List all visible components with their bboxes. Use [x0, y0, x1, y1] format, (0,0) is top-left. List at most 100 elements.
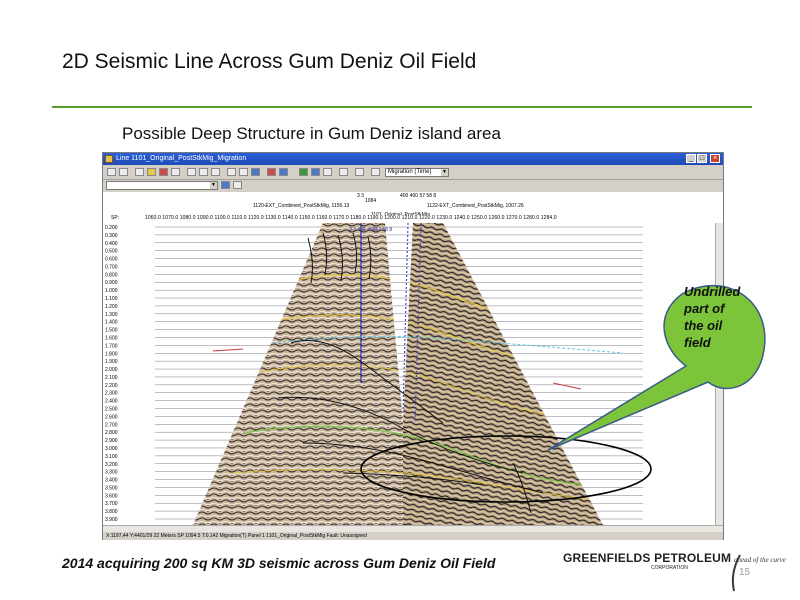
time-axis-label: 1.800 [105, 351, 118, 357]
save-icon[interactable] [233, 181, 242, 189]
time-axis-label: 3.100 [105, 454, 118, 460]
title-rule [52, 106, 752, 108]
line-select[interactable]: ▼ [106, 181, 218, 190]
display-mode-value: Migration (Time) [388, 169, 432, 175]
annotate-icon[interactable] [251, 168, 260, 176]
minimize-button[interactable]: _ [686, 154, 696, 163]
time-axis-label: 0.600 [105, 257, 118, 263]
header-top-numbers: 3 3 [357, 193, 364, 199]
time-axis-label: 0.300 [105, 233, 118, 239]
display-tool-icon[interactable] [171, 168, 180, 176]
overlay-icon[interactable] [299, 168, 308, 176]
callout-line-1: Undrilled [684, 284, 741, 299]
zoom-out-icon[interactable] [199, 168, 208, 176]
callout-text: Undrilled part of the oil field [684, 283, 754, 351]
pick-tool-icon[interactable] [135, 168, 144, 176]
chevron-down-icon[interactable]: ▼ [441, 169, 448, 176]
header-top-numbers-right: 400 400 57 58 8 [400, 193, 437, 199]
time-axis-label: 2.300 [105, 391, 118, 397]
left-tie-line-label: 1120-EXT_Combined_PostStkMig, 1155.13 [253, 203, 350, 209]
time-axis-label: 3.000 [105, 446, 118, 452]
pan-icon[interactable] [211, 168, 220, 176]
callout-line-2: part of [684, 301, 725, 316]
plot-top-label: 3 3 409 40857 58 8 [349, 227, 392, 233]
callout-line-3: the oil [684, 318, 723, 333]
seismic-data-left [193, 223, 403, 525]
folder-icon[interactable] [221, 181, 230, 189]
logo-name: GREENFIELDS PETROLEUM [563, 551, 732, 565]
window-titlebar: Line 1101_Original_PostStkMig_Migration … [103, 153, 723, 165]
time-axis-label: 1.400 [105, 320, 118, 326]
fault-tool-icon[interactable] [159, 168, 168, 176]
slide-footer: 2014 acquiring 200 sq KM 3D seismic acro… [62, 555, 496, 571]
callout-line-4: field [684, 335, 711, 350]
time-axis-label: 3.200 [105, 462, 118, 468]
window-title: Line 1101_Original_PostStkMig_Migration [116, 155, 247, 162]
time-axis-label: 3.700 [105, 501, 118, 507]
header-marker-label: 1084 [365, 198, 377, 204]
sp-axis: SP: 1060.0 1070.0 1080.0 1090.0 1100.0 1… [103, 215, 723, 223]
gain-icon[interactable] [279, 168, 288, 176]
company-logo: GREENFIELDS PETROLEUM CORPORATION [563, 551, 732, 571]
slide-subtitle: Possible Deep Structure in Gum Deniz isl… [122, 124, 501, 143]
time-axis-label: 0.400 [105, 241, 118, 247]
time-axis-label: 0.800 [105, 272, 118, 278]
time-axis-label: 3.300 [105, 470, 118, 476]
app-icon [105, 155, 113, 163]
time-axis-label: 2.500 [105, 407, 118, 413]
pointer-tool-icon[interactable] [107, 168, 116, 176]
main-toolbar: Migration (Time) ▼ [103, 166, 723, 180]
time-axis-label: 2.800 [105, 430, 118, 436]
logo-corporation: CORPORATION [651, 565, 688, 571]
time-axis-label: 2.900 [105, 438, 118, 444]
zoom-in-icon[interactable] [187, 168, 196, 176]
time-axis-label: 1.100 [105, 296, 118, 302]
time-axis-label: 0.200 [105, 225, 118, 231]
sp-axis-values: 1060.0 1070.0 1080.0 1090.0 1100.0 1110.… [145, 215, 557, 221]
display-mode-select[interactable]: Migration (Time) ▼ [385, 168, 449, 177]
time-axis-label: 0.900 [105, 280, 118, 286]
horizon-red-left [212, 348, 244, 352]
sp-axis-label: SP: [111, 215, 120, 221]
time-axis-label: 0.500 [105, 249, 118, 255]
chevron-down-icon[interactable]: ▼ [210, 182, 217, 189]
scale-icon[interactable] [227, 168, 236, 176]
time-axis-label: 1.600 [105, 335, 118, 341]
time-axis-label: 2.200 [105, 383, 118, 389]
time-axis-ticks: 0.200 0.300 0.400 0.500 0.6000.700 0.800 0.900… [105, 225, 118, 523]
time-axis-label: 1.700 [105, 343, 118, 349]
time-axis-label: 1.000 [105, 288, 118, 294]
time-axis-label: 3.900 [105, 517, 118, 523]
time-axis-label: 3.400 [105, 478, 118, 484]
select-tool-icon[interactable] [119, 168, 128, 176]
print-icon[interactable] [339, 168, 348, 176]
grid-icon[interactable] [323, 168, 332, 176]
logo-tagline: ahead of the curve [734, 556, 786, 564]
maximize-button[interactable]: □ [697, 154, 707, 163]
secondary-toolbar: ▼ [103, 180, 723, 191]
status-bar: X:1197,44 Y:4401/29 22 Meters SP 1094.5 … [103, 532, 723, 540]
time-axis-label: 2.600 [105, 414, 118, 420]
time-axis-label: 0.700 [105, 264, 118, 270]
time-axis-label: 3.800 [105, 509, 118, 515]
right-tie-line-label: 1122-EXT_Combined_PostStkMig, 1007.26 [427, 203, 524, 209]
time-axis-label: 1.900 [105, 359, 118, 365]
settings-icon[interactable] [371, 168, 380, 176]
horizontal-scrollbar[interactable] [103, 525, 723, 532]
close-button[interactable]: × [710, 154, 720, 163]
page-number: 15 [739, 567, 751, 578]
time-axis-label: 2.000 [105, 367, 118, 373]
time-axis-label: 1.300 [105, 312, 118, 318]
slide-title: 2D Seismic Line Across Gum Deniz Oil Fie… [62, 50, 477, 73]
legend-icon[interactable] [311, 168, 320, 176]
time-axis-label: 1.500 [105, 328, 118, 334]
flatten-icon[interactable] [239, 168, 248, 176]
help-icon[interactable] [355, 168, 364, 176]
time-axis-label: 3.600 [105, 493, 118, 499]
horizon-tool-icon[interactable] [147, 168, 156, 176]
time-axis-label: 2.400 [105, 399, 118, 405]
time-axis-label: 2.100 [105, 375, 118, 381]
color-bar-icon[interactable] [267, 168, 276, 176]
time-axis-label: 2.700 [105, 422, 118, 428]
time-axis-label: 1.200 [105, 304, 118, 310]
